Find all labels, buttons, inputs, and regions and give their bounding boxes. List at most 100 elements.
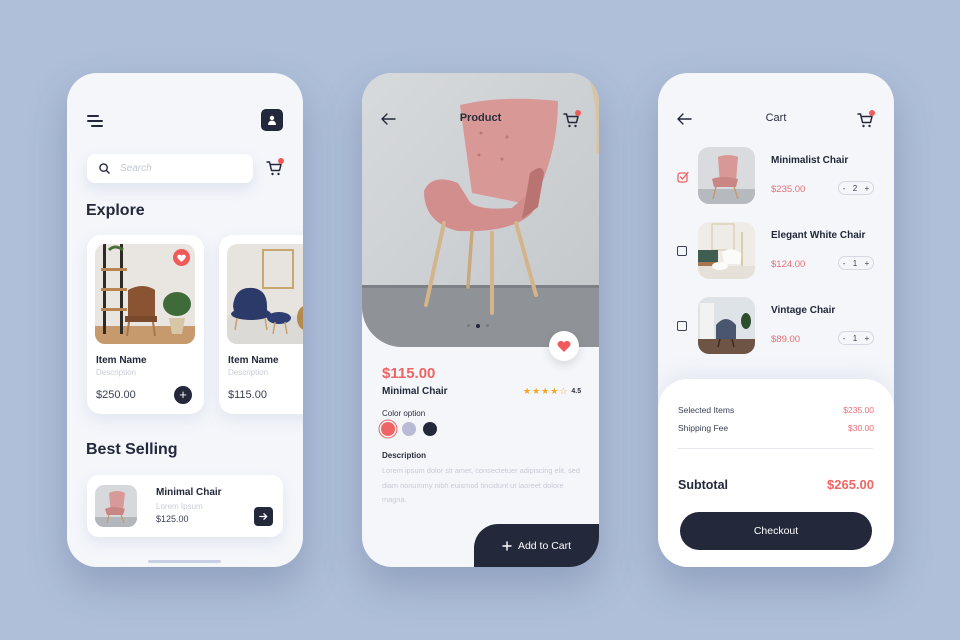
quantity-value: 1 — [852, 258, 858, 268]
product-rating: ★ ★ ★ ★ ☆ 4.5 — [523, 386, 581, 396]
add-to-cart-label: Add to Cart — [517, 539, 572, 552]
item-checkbox[interactable] — [677, 246, 687, 256]
cart-item-image — [698, 147, 755, 204]
favorite-button[interactable] — [549, 331, 579, 361]
shipping-fee-row: Shipping Fee $30.00 — [678, 423, 874, 433]
cart-button[interactable] — [856, 110, 875, 129]
order-summary: Selected Items $235.00 Shipping Fee $30.… — [658, 379, 894, 567]
menu-icon[interactable] — [87, 115, 103, 127]
favorite-badge[interactable] — [173, 249, 190, 266]
decrement-button[interactable]: - — [843, 184, 846, 193]
rating-value: 4.5 — [571, 387, 582, 395]
best-selling-title: Minimal Chair — [156, 487, 222, 498]
quantity-stepper: - 2 + — [838, 181, 874, 195]
best-selling-heading: Best Selling — [86, 441, 178, 458]
product-description: Description — [228, 368, 269, 377]
description-text: Lorem ipsum dolor sit amet, consectetuer… — [382, 466, 580, 504]
color-swatch-navy[interactable] — [423, 422, 437, 436]
increment-button[interactable]: + — [865, 334, 870, 343]
add-item-button[interactable]: + — [174, 386, 192, 404]
item-checkbox[interactable] — [677, 321, 687, 331]
search-input[interactable] — [120, 163, 230, 174]
cart-item-price: $235.00 — [771, 184, 806, 195]
heart-icon — [557, 340, 571, 352]
explore-screen: Explore — [67, 73, 303, 567]
color-option-label: Color option — [382, 409, 426, 418]
best-selling-price: $125.00 — [156, 514, 189, 524]
decrement-button[interactable]: - — [843, 334, 846, 343]
cart-item-name: Elegant White Chair — [771, 230, 866, 241]
cart-item: Vintage Chair $89.00 - 1 + — [658, 297, 894, 357]
best-selling-card[interactable]: Minimal Chair Lorem Ipsum $125.00 — [87, 475, 283, 537]
cart-item-price: $124.00 — [771, 259, 806, 270]
quantity-stepper: - 1 + — [838, 256, 874, 270]
search-bar[interactable] — [87, 154, 253, 183]
cart-notification-dot — [869, 110, 875, 116]
user-icon — [268, 115, 276, 125]
description-label: Description — [382, 451, 427, 460]
cart-item: Minimalist Chair $235.00 - 2 + — [658, 147, 894, 207]
color-swatch-coral[interactable] — [381, 422, 395, 436]
decrement-button[interactable]: - — [843, 259, 846, 268]
star-empty-icon: ☆ — [559, 386, 568, 396]
shipping-fee-label: Shipping Fee — [678, 423, 729, 433]
quantity-stepper: - 1 + — [838, 331, 874, 345]
selected-items-label: Selected Items — [678, 405, 735, 415]
subtotal-row: Subtotal $265.00 — [678, 477, 874, 492]
product-name: Item Name — [228, 355, 279, 366]
color-swatches — [381, 422, 437, 436]
checkout-button[interactable]: Checkout — [680, 512, 872, 550]
carousel-dot-active[interactable] — [476, 324, 480, 328]
subtotal-label: Subtotal — [678, 478, 728, 492]
checkbox-checked-icon — [677, 171, 689, 183]
subtotal-value: $265.00 — [827, 477, 874, 492]
increment-button[interactable]: + — [865, 184, 870, 193]
quantity-value: 1 — [852, 333, 858, 343]
star-filled-icon: ★ — [550, 386, 559, 396]
increment-button[interactable]: + — [865, 259, 870, 268]
product-name: Item Name — [96, 355, 147, 366]
product-price: $115.00 — [228, 389, 267, 401]
star-filled-icon: ★ — [523, 386, 532, 396]
cart-button[interactable] — [562, 110, 581, 129]
add-to-cart-button[interactable]: Add to Cart — [474, 524, 599, 567]
view-product-button[interactable] — [254, 507, 273, 526]
best-selling-image — [95, 485, 137, 527]
product-screen: Product $115.00 Minimal Chair ★ ★ ★ ★ ☆ … — [362, 73, 599, 567]
product-name: Minimal Chair — [382, 386, 448, 397]
color-swatch-lavender[interactable] — [402, 422, 416, 436]
star-filled-icon: ★ — [541, 386, 550, 396]
cart-item-image — [698, 297, 755, 354]
cart-item: Elegant White Chair $124.00 - 1 + — [658, 222, 894, 282]
selected-items-row: Selected Items $235.00 — [678, 405, 874, 415]
arrow-right-icon — [259, 513, 268, 520]
cart-notification-dot — [278, 158, 284, 164]
shipping-fee-value: $30.00 — [848, 423, 874, 433]
carousel-dot[interactable] — [467, 324, 470, 327]
home-indicator — [148, 560, 221, 563]
selected-items-value: $235.00 — [843, 405, 874, 415]
explore-heading: Explore — [86, 202, 145, 219]
product-image-blue-chair — [227, 244, 303, 344]
profile-button[interactable] — [261, 109, 283, 131]
product-price: $115.00 — [382, 365, 436, 382]
product-card[interactable]: Item Name Description $250.00 + — [87, 235, 204, 414]
product-image-brown-chair — [95, 244, 195, 344]
cart-item-name: Vintage Chair — [771, 305, 836, 316]
plus-icon — [502, 540, 512, 551]
best-selling-subtitle: Lorem Ipsum — [156, 502, 203, 511]
divider — [678, 448, 873, 449]
plus-icon: + — [179, 387, 187, 402]
quantity-value: 2 — [852, 183, 858, 193]
carousel-dot[interactable] — [486, 324, 489, 327]
heart-icon — [177, 254, 186, 262]
cart-screen: Cart Minimalist Chair $235.00 - 2 + Eleg… — [658, 73, 894, 567]
cart-item-image — [698, 222, 755, 279]
cart-item-name: Minimalist Chair — [771, 155, 849, 166]
cart-button[interactable] — [265, 158, 284, 177]
product-price: $250.00 — [96, 389, 136, 401]
item-checkbox-checked[interactable] — [677, 171, 689, 183]
product-card[interactable]: Item Name Description $115.00 — [219, 235, 303, 414]
cart-notification-dot — [575, 110, 581, 116]
product-description: Description — [96, 368, 137, 377]
